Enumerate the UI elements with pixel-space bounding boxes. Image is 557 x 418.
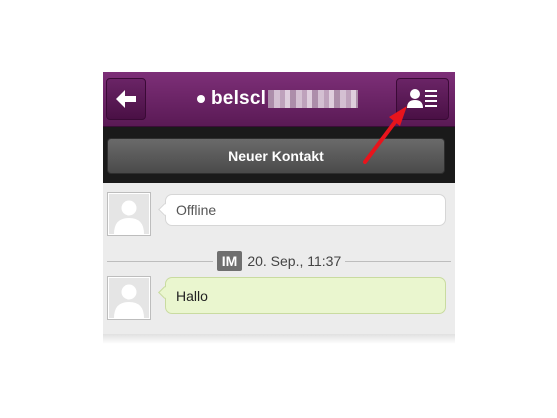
avatar [107,276,151,320]
divider [107,260,213,262]
message-bubble[interactable]: Hallo [165,277,446,314]
status-message: Offline [165,194,446,226]
default-avatar-icon [109,278,149,318]
chat-screen: belscl Neuer Kontakt Offline IM 20. Sep.… [103,72,455,334]
redacted-name-part [268,90,359,108]
action-bar: Neuer Kontakt [103,127,455,183]
contact-title: belscl [197,86,359,112]
default-avatar-icon [109,194,149,234]
divider [345,260,451,262]
contact-name: belscl [211,88,267,109]
timestamp-separator: IM 20. Sep., 11:37 [103,250,455,272]
timestamp: 20. Sep., 11:37 [247,253,342,269]
contact-details-button[interactable] [396,78,449,120]
online-status-dot [197,95,205,103]
new-contact-button[interactable]: Neuer Kontakt [107,138,445,174]
back-button[interactable] [106,78,146,120]
app-header: belscl [103,72,455,127]
back-arrow-icon [116,90,136,108]
screen-shadow [103,334,455,344]
avatar [107,192,151,236]
im-badge: IM [216,251,243,271]
contact-list-icon [407,89,437,108]
